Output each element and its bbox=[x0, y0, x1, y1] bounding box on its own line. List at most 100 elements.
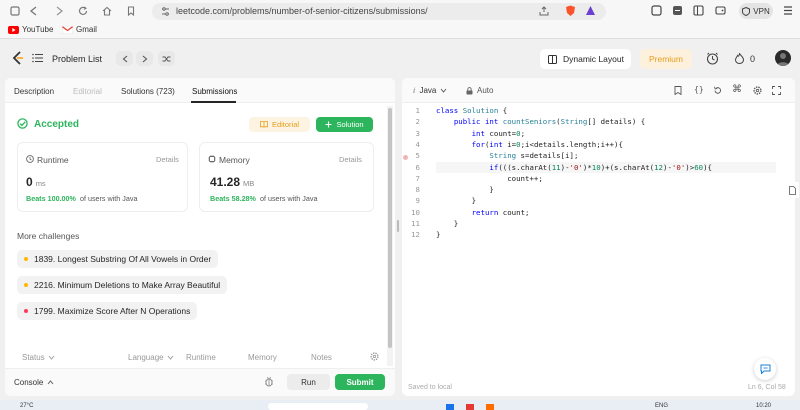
streak-fire-icon[interactable] bbox=[735, 53, 744, 64]
code-line[interactable]: 7 count++; bbox=[402, 174, 543, 185]
status-header: Status bbox=[22, 353, 45, 362]
taskbar-app-icon[interactable] bbox=[486, 404, 494, 410]
weather-widget[interactable]: 27°C bbox=[20, 403, 33, 409]
bookmark-youtube[interactable]: YouTube bbox=[8, 25, 53, 34]
url-text[interactable]: leetcode.com/problems/number-of-senior-c… bbox=[176, 6, 428, 16]
site-info-icon[interactable] bbox=[161, 7, 170, 16]
code-editor[interactable]: 1 class Solution {2 public int countSenio… bbox=[402, 106, 782, 256]
editor-settings-icon[interactable] bbox=[753, 86, 762, 95]
next-problem-button[interactable] bbox=[136, 51, 153, 66]
challenge-item[interactable]: 2216. Minimum Deletions to Make Array Be… bbox=[17, 276, 228, 294]
user-avatar-icon bbox=[777, 53, 789, 66]
code-line[interactable]: 1 class Solution { bbox=[402, 106, 508, 117]
runtime-details-link[interactable]: Details bbox=[156, 155, 179, 164]
fullscreen-icon[interactable] bbox=[772, 86, 781, 95]
line-number: 2 bbox=[415, 117, 420, 127]
problem-list-icon[interactable] bbox=[32, 53, 44, 63]
share-icon[interactable] bbox=[539, 6, 549, 16]
taskbar-app-icon[interactable] bbox=[466, 404, 474, 410]
tab-editorial[interactable]: Editorial bbox=[73, 87, 102, 96]
shuffle-button[interactable] bbox=[158, 51, 175, 66]
code-line[interactable]: 12} bbox=[402, 230, 440, 241]
input-language[interactable]: ENG bbox=[655, 403, 668, 409]
challenge-item[interactable]: 1799. Maximize Score After N Operations bbox=[17, 302, 198, 320]
side-notes-button[interactable] bbox=[785, 182, 799, 198]
brave-rewards-icon[interactable] bbox=[585, 5, 596, 16]
premium-button[interactable]: Premium bbox=[640, 49, 692, 69]
prev-problem-button[interactable] bbox=[116, 51, 133, 66]
language-select[interactable]: ⅈ Java bbox=[413, 86, 447, 95]
tab-solutions[interactable]: Solutions (723) bbox=[121, 87, 175, 96]
extension-1-icon[interactable] bbox=[651, 5, 662, 16]
chevron-right-icon bbox=[142, 55, 147, 62]
line-number: 9 bbox=[415, 196, 420, 206]
shortcuts-icon[interactable]: ⌘ bbox=[732, 84, 742, 95]
memory-details-link[interactable]: Details bbox=[339, 155, 362, 164]
sidebar-toggle-icon[interactable] bbox=[693, 5, 704, 16]
timer-icon[interactable] bbox=[706, 52, 719, 65]
panel-splitter-handle[interactable] bbox=[397, 220, 399, 232]
code-line[interactable]: 10 return count; bbox=[402, 208, 529, 219]
line-number: 11 bbox=[411, 219, 420, 228]
reload-icon[interactable] bbox=[76, 4, 90, 18]
bookmark-label: YouTube bbox=[22, 25, 54, 34]
bookmark-toolbar-icon[interactable] bbox=[674, 86, 682, 95]
tab-submissions[interactable]: Submissions bbox=[192, 87, 237, 96]
bookmark-icon[interactable] bbox=[124, 4, 138, 18]
status-filter[interactable]: Status bbox=[22, 353, 55, 362]
submit-button[interactable]: Submit bbox=[335, 374, 385, 390]
active-tab-indicator bbox=[191, 101, 236, 103]
feedback-chat-button[interactable] bbox=[754, 358, 776, 380]
forward-icon[interactable] bbox=[52, 4, 66, 18]
line-number: 3 bbox=[415, 128, 420, 138]
code-text: for(int i=0;i<details.length;i++){ bbox=[471, 139, 623, 149]
dynamic-layout-label: Dynamic Layout bbox=[563, 54, 624, 64]
leetcode-logo-icon[interactable] bbox=[12, 51, 24, 65]
streak-count: 0 bbox=[750, 54, 756, 64]
home-icon[interactable] bbox=[100, 4, 114, 18]
chat-bubble-icon bbox=[760, 364, 770, 374]
auto-mode-toggle[interactable]: Auto bbox=[466, 86, 493, 95]
chevron-down-icon bbox=[441, 88, 447, 93]
editorial-button[interactable]: Editorial bbox=[249, 117, 310, 132]
avatar[interactable] bbox=[775, 50, 791, 66]
code-line[interactable]: 2 public int countSeniors(String[] detai… bbox=[402, 117, 646, 128]
code-line[interactable]: 9 } bbox=[402, 196, 477, 207]
extension-2-icon[interactable] bbox=[672, 5, 683, 16]
settings-gear-icon[interactable] bbox=[370, 352, 379, 361]
dynamic-layout-button[interactable]: Dynamic Layout bbox=[540, 49, 631, 69]
code-line[interactable]: 6 if(((s.charAt(11)-'0')*10)+(s.charAt(1… bbox=[402, 163, 712, 174]
run-button[interactable]: Run bbox=[287, 374, 330, 390]
code-text: String s=details[i]; bbox=[489, 151, 579, 161]
scrollbar-thumb[interactable] bbox=[388, 108, 392, 348]
line-number: 1 bbox=[415, 106, 420, 115]
code-line[interactable]: 3 int count=0; bbox=[402, 129, 525, 140]
vpn-button[interactable]: VPN bbox=[739, 3, 773, 19]
challenge-item[interactable]: 1839. Longest Substring Of All Vowels in… bbox=[17, 250, 219, 268]
code-line[interactable]: 4 for(int i=0;i<details.length;i++){ bbox=[402, 140, 623, 151]
brave-shield-icon[interactable] bbox=[565, 5, 576, 17]
taskbar-app-icon[interactable] bbox=[446, 404, 454, 410]
code-line[interactable]: 8 } bbox=[402, 185, 494, 196]
back-icon[interactable] bbox=[27, 4, 41, 18]
solution-button[interactable]: Solution bbox=[316, 117, 373, 132]
tab-description[interactable]: Description bbox=[14, 87, 54, 96]
braces-format-icon[interactable]: {} bbox=[694, 85, 704, 94]
problem-list-link[interactable]: Problem List bbox=[52, 54, 102, 64]
bookmark-gmail[interactable]: Gmail bbox=[62, 25, 97, 34]
code-text: } bbox=[436, 230, 441, 240]
chevron-up-icon bbox=[48, 380, 54, 385]
code-text: } bbox=[436, 185, 494, 195]
tab-grid-icon[interactable] bbox=[8, 4, 22, 18]
language-filter[interactable]: Language bbox=[128, 353, 174, 362]
taskbar-search[interactable] bbox=[268, 403, 368, 410]
menu-icon[interactable] bbox=[783, 5, 793, 16]
runtime-value-row: 0 ms bbox=[26, 175, 46, 189]
reset-icon[interactable] bbox=[713, 86, 722, 95]
code-line[interactable]: 11 } bbox=[402, 219, 458, 230]
console-toggle[interactable]: Console bbox=[14, 378, 54, 387]
code-line[interactable]: 5 String s=details[i]; bbox=[402, 151, 579, 162]
wallet-icon[interactable] bbox=[715, 5, 726, 16]
youtube-icon bbox=[8, 25, 19, 34]
debug-bug-icon[interactable] bbox=[264, 376, 274, 387]
